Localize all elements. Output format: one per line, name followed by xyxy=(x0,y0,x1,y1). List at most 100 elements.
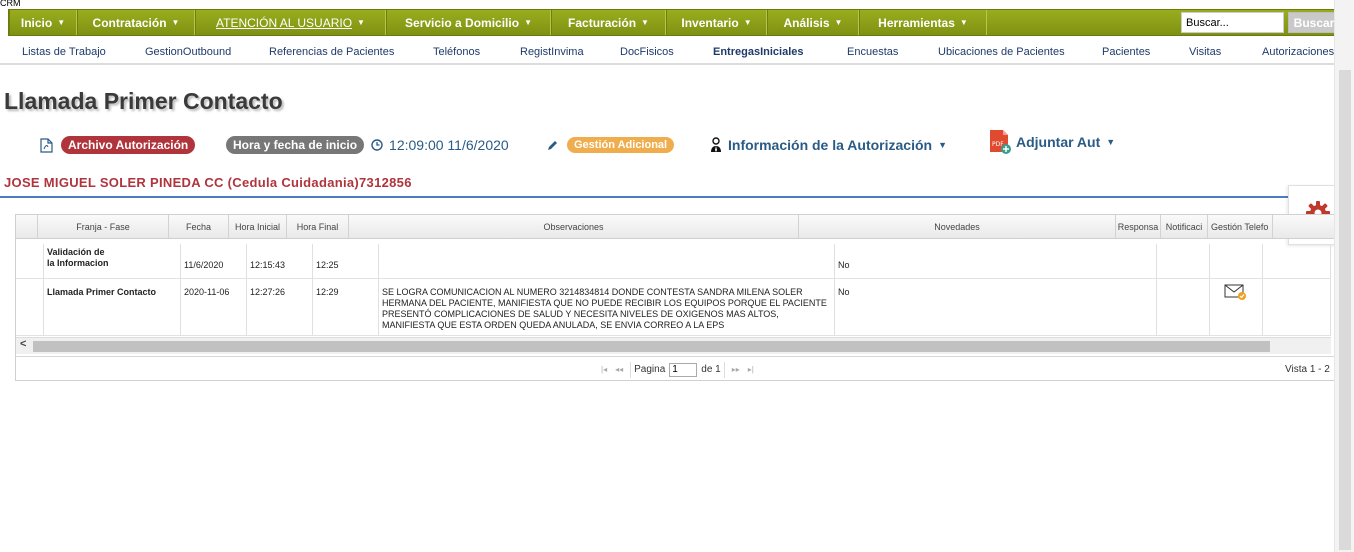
chevron-left-icon[interactable]: < xyxy=(20,338,26,350)
cell-hora-inicial: 12:15:43 xyxy=(247,244,313,279)
nav-facturacion[interactable]: Facturación ▼ xyxy=(551,10,666,35)
header-notificacion[interactable]: Notificaci xyxy=(1161,215,1208,239)
row-select-cell[interactable] xyxy=(16,244,44,279)
phases-grid: Franja - Fase Fecha Hora Inicial Hora Fi… xyxy=(15,214,1340,381)
pager-page-input[interactable] xyxy=(669,362,698,377)
adjuntar-aut-dropdown[interactable]: PDF Adjuntar Aut ▼ xyxy=(988,129,1115,155)
hora-inicio-badge: Hora y fecha de inicio xyxy=(226,136,365,154)
last-page-icon[interactable]: ▸| xyxy=(744,365,758,374)
gestion-adicional-group[interactable]: Gestión Adicional xyxy=(546,134,675,156)
chevron-down-icon: ▼ xyxy=(357,18,365,27)
cell-novedades: No xyxy=(835,244,1157,279)
subnav-ubicaciones-pacientes[interactable]: Ubicaciones de Pacientes xyxy=(938,46,1065,58)
cell-fecha: 11/6/2020 xyxy=(181,244,247,279)
search-button[interactable]: Buscar xyxy=(1288,12,1340,33)
pencil-icon xyxy=(546,139,559,152)
cell-notificacion xyxy=(1210,279,1263,336)
user-tie-icon xyxy=(710,137,722,153)
pager-divider xyxy=(723,361,725,378)
grid-pager: |◂ ◂◂ Pagina de 1 ▸▸ ▸| Vista 1 - 2 xyxy=(16,356,1339,380)
header-franja-fase[interactable]: Franja - Fase xyxy=(38,215,169,239)
chevron-down-icon: ▼ xyxy=(171,18,180,27)
horizontal-scrollbar-thumb[interactable] xyxy=(33,341,1270,352)
header-hora-final[interactable]: Hora Final xyxy=(287,215,349,239)
first-page-icon[interactable]: |◂ xyxy=(597,365,611,374)
chevron-down-icon: ▼ xyxy=(641,18,649,27)
pager-controls: |◂ ◂◂ Pagina de 1 ▸▸ ▸| xyxy=(597,360,758,379)
nav-servicio-domicilio[interactable]: Servicio a Domicilio ▼ xyxy=(386,10,551,35)
cell-observaciones: SE LOGRA COMUNICACION AL NUMERO 32148348… xyxy=(379,279,835,336)
nav-atencion-usuario[interactable]: ATENCIÓN AL USUARIO ▼ xyxy=(195,10,386,35)
subnav-entregas-iniciales[interactable]: EntregasIniciales xyxy=(713,46,804,58)
cell-fecha: 2020-11-06 xyxy=(181,279,247,336)
prev-page-icon[interactable]: ◂◂ xyxy=(611,365,627,374)
chevron-down-icon: ▼ xyxy=(743,18,752,27)
pdf-add-icon: PDF xyxy=(988,129,1012,155)
page-title: Llamada Primer Contacto xyxy=(4,88,283,114)
nav-contratacion[interactable]: Contratación ▼ xyxy=(77,10,195,35)
chevron-down-icon: ▼ xyxy=(938,140,947,150)
nav-herramientas[interactable]: Herramientas ▼ xyxy=(859,10,987,35)
subnav-referencias-pacientes[interactable]: Referencias de Pacientes xyxy=(269,46,394,58)
table-row[interactable]: Validación de la Informacion 11/6/2020 1… xyxy=(16,244,1331,279)
hora-inicio-group: Hora y fecha de inicio 12:09:00 11/6/202… xyxy=(226,134,509,156)
search-input[interactable] xyxy=(1181,12,1284,33)
cell-fase: Llamada Primer Contacto xyxy=(44,279,181,336)
subnav-telefonos[interactable]: Teléfonos xyxy=(433,46,480,58)
chevron-down-icon: ▼ xyxy=(834,18,843,27)
header-select xyxy=(16,215,38,239)
nav-analisis[interactable]: Análisis ▼ xyxy=(767,10,859,35)
clock-icon xyxy=(371,139,383,151)
archivo-autorizacion-badge[interactable]: Archivo Autorización xyxy=(61,136,196,154)
subnav-visitas[interactable]: Visitas xyxy=(1189,46,1221,58)
next-page-icon[interactable]: ▸▸ xyxy=(728,365,744,374)
pager-divider xyxy=(630,361,632,378)
sub-navigation: Listas de Trabajo GestionOutbound Refere… xyxy=(0,38,1354,65)
archivo-autorizacion-group[interactable]: Archivo Autorización xyxy=(40,134,196,156)
header-hora-inicial[interactable]: Hora Inicial xyxy=(229,215,287,239)
cell-novedades: No xyxy=(835,279,1157,336)
cell-observaciones xyxy=(379,244,835,279)
header-observaciones[interactable]: Observaciones xyxy=(349,215,799,239)
header-novedades[interactable]: Novedades xyxy=(799,215,1116,239)
row-select-cell[interactable] xyxy=(16,279,44,336)
header-responsable[interactable]: Responsa xyxy=(1116,215,1161,239)
page-vertical-scrollbar[interactable] xyxy=(1334,0,1354,552)
adjuntar-aut-label[interactable]: Adjuntar Aut xyxy=(1016,134,1100,150)
nav-inicio[interactable]: Inicio ▼ xyxy=(9,10,77,35)
cell-gestion-telefonica xyxy=(1263,279,1331,336)
pager-record-count: Vista 1 - 2 xyxy=(1285,364,1330,375)
subnav-listas-trabajo[interactable]: Listas de Trabajo xyxy=(22,46,106,58)
subnav-registinvima[interactable]: RegistInvima xyxy=(520,46,584,58)
info-autorizacion-dropdown[interactable]: Información de la Autorización ▼ xyxy=(710,134,947,156)
cell-hora-final: 12:29 xyxy=(313,279,379,336)
grid-body: Validación de la Informacion 11/6/2020 1… xyxy=(16,244,1331,336)
cell-hora-final: 12:25 xyxy=(313,244,379,279)
nav-inventario[interactable]: Inventario ▼ xyxy=(666,10,767,35)
subnav-pacientes[interactable]: Pacientes xyxy=(1102,46,1150,58)
horizontal-scrollbar[interactable]: < xyxy=(16,337,1331,354)
pager-of-label: de 1 xyxy=(701,364,721,375)
page-vertical-scrollbar-thumb[interactable] xyxy=(1339,70,1351,550)
cell-responsable xyxy=(1157,279,1210,336)
subnav-docfisicos[interactable]: DocFisicos xyxy=(620,46,674,58)
search-box: Buscar xyxy=(1181,12,1340,33)
cell-responsable xyxy=(1157,244,1210,279)
pager-page-label: Pagina xyxy=(634,364,666,375)
mail-check-icon[interactable] xyxy=(1224,284,1248,303)
gestion-adicional-badge[interactable]: Gestión Adicional xyxy=(567,137,675,153)
subnav-encuestas[interactable]: Encuestas xyxy=(847,46,898,58)
top-navigation: Inicio ▼ Contratación ▼ ATENCIÓN AL USUARI… xyxy=(8,9,1341,36)
header-fecha[interactable]: Fecha xyxy=(169,215,229,239)
chevron-down-icon: ▼ xyxy=(57,18,66,27)
info-autorizacion-label[interactable]: Información de la Autorización xyxy=(728,137,932,153)
grid-header: Franja - Fase Fecha Hora Inicial Hora Fi… xyxy=(16,215,1339,239)
subnav-gestion-outbound[interactable]: GestionOutbound xyxy=(145,46,231,58)
table-row[interactable]: Llamada Primer Contacto 2020-11-06 12:27… xyxy=(16,279,1331,336)
subnav-autorizaciones[interactable]: Autorizaciones xyxy=(1262,46,1334,58)
patient-name: JOSE MIGUEL SOLER PINEDA CC (Cedula Cuid… xyxy=(4,175,412,190)
hora-inicio-value: 12:09:00 11/6/2020 xyxy=(389,137,509,153)
header-gestion-telefonica[interactable]: Gestión Telefo xyxy=(1208,215,1273,239)
section-divider xyxy=(0,196,1341,198)
app-tag: CRM xyxy=(0,0,21,8)
